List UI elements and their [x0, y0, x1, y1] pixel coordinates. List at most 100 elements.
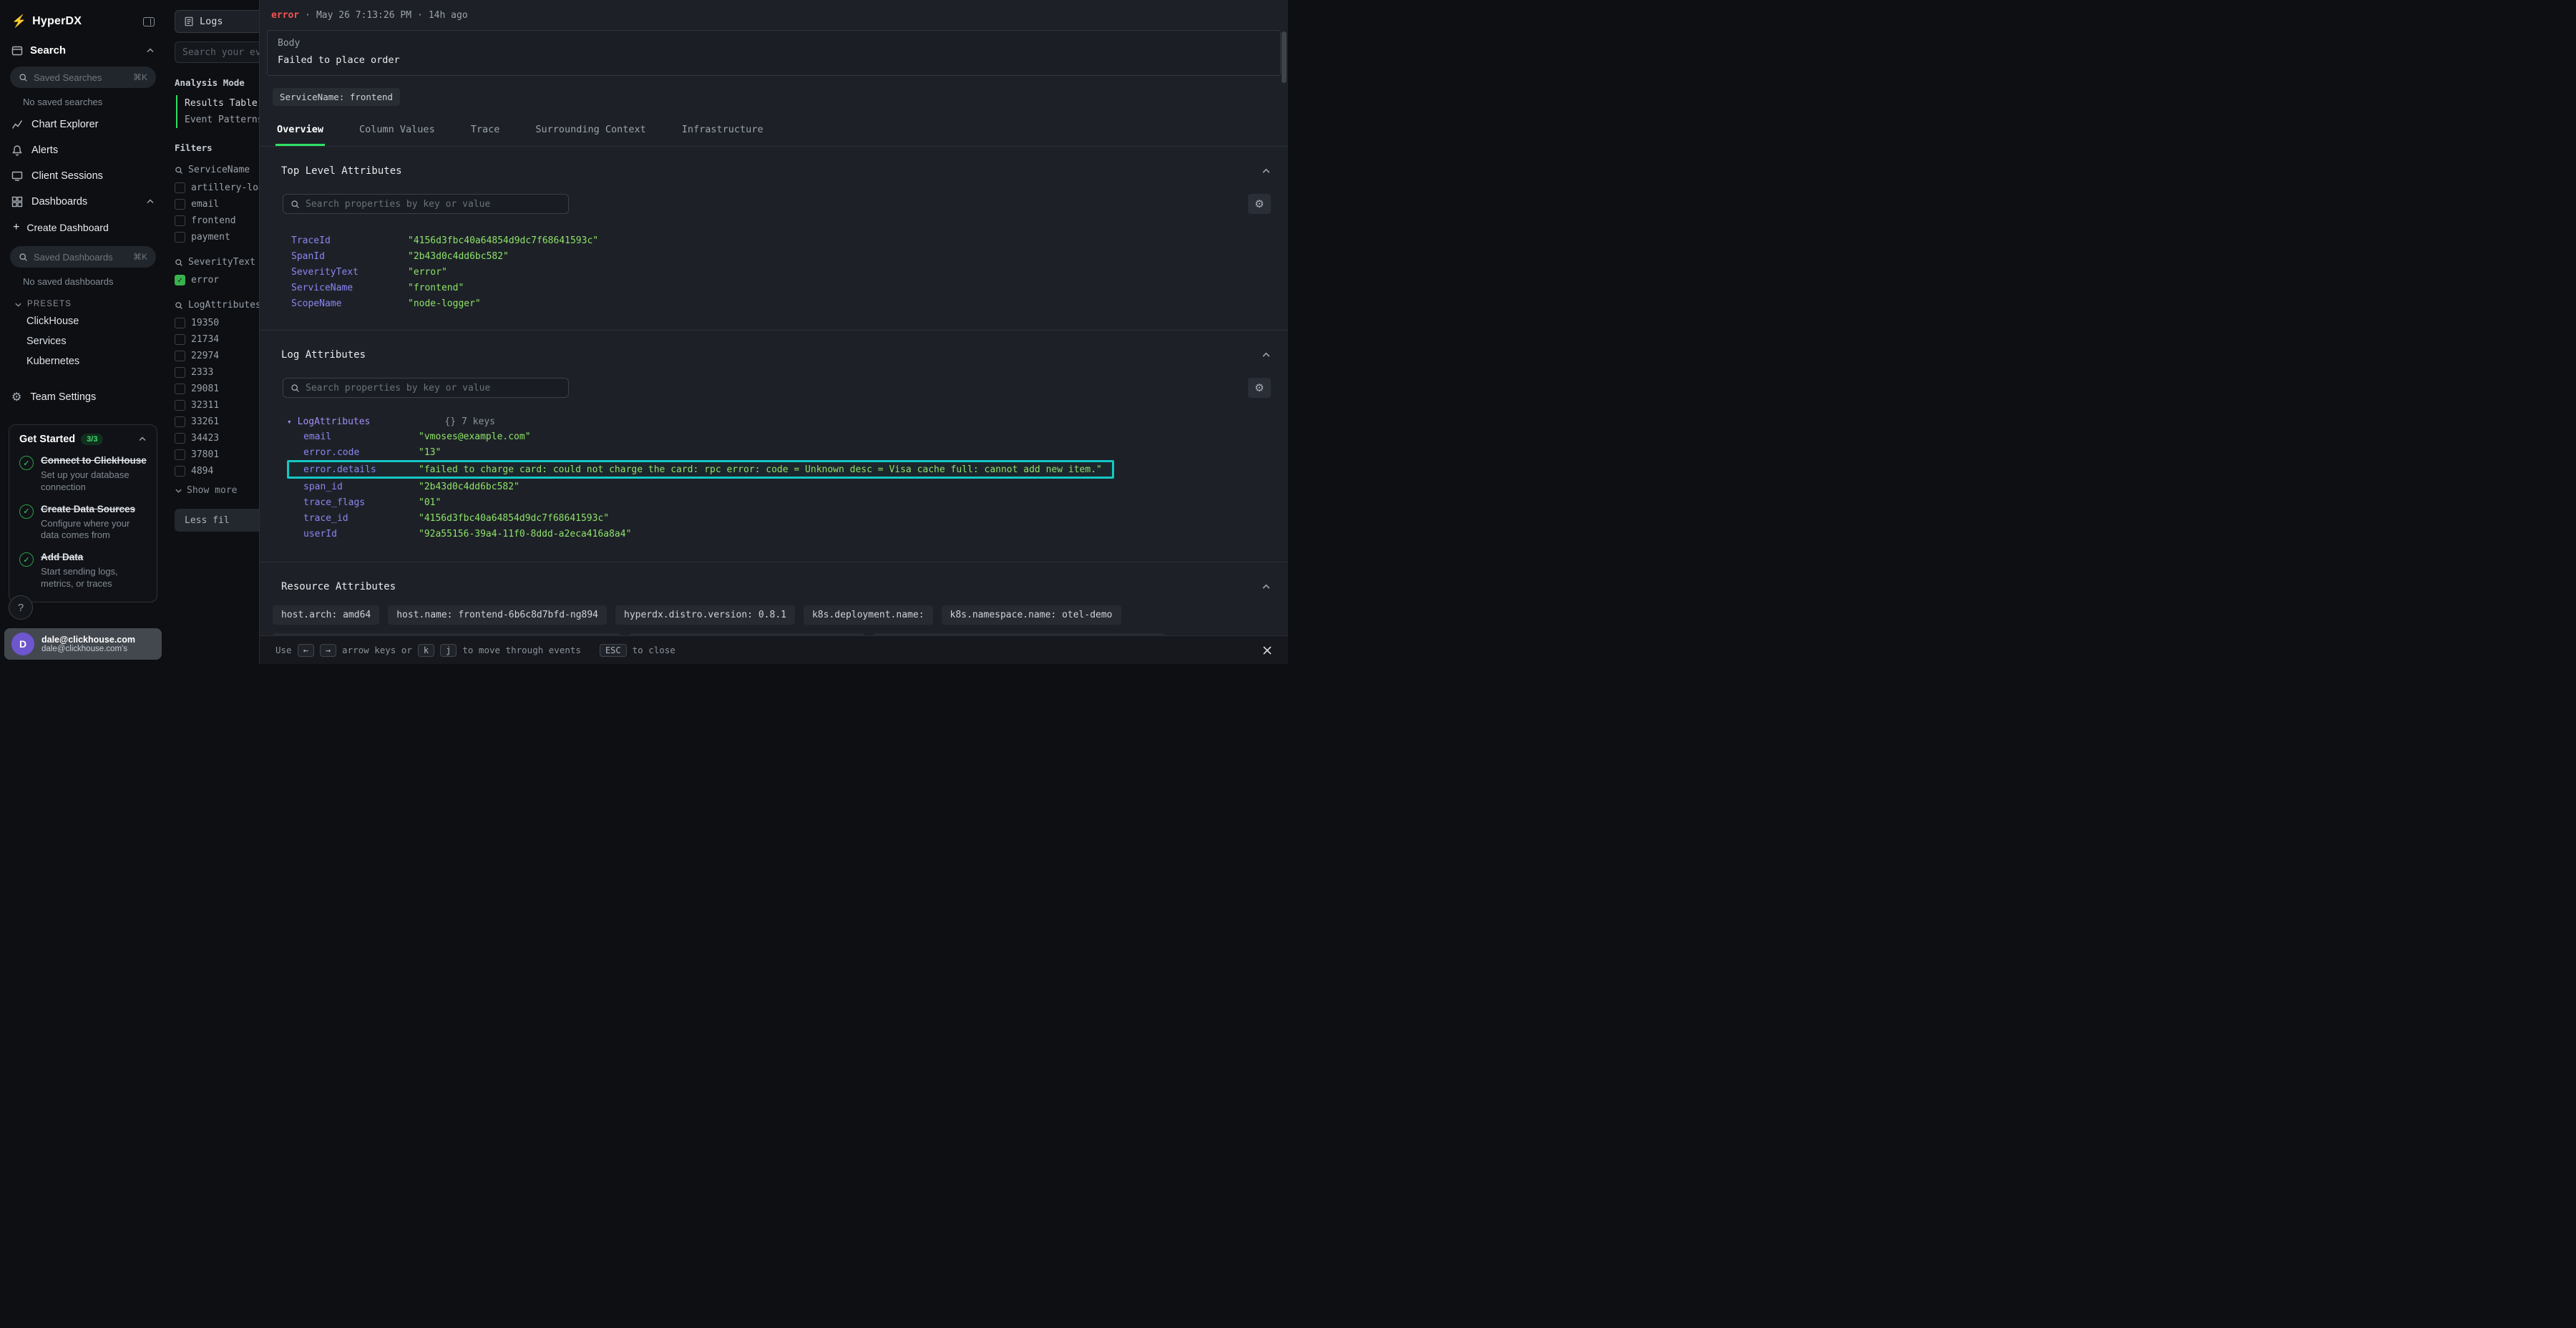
facet-option[interactable]: 37801 — [175, 446, 259, 463]
get-started-header[interactable]: Get Started 3/3 — [19, 434, 147, 445]
attribute-row[interactable]: ServiceName"frontend" — [260, 280, 1288, 296]
resource-chip[interactable]: hyperdx.distro.version: 0.8.1 — [615, 605, 795, 625]
event-search-input[interactable] — [182, 47, 259, 58]
facet-option[interactable]: 34423 — [175, 430, 259, 446]
checkbox[interactable] — [175, 232, 185, 243]
property-search-box[interactable] — [283, 194, 569, 214]
collapse-section-icon[interactable] — [1262, 351, 1271, 360]
attribute-row[interactable]: trace_flags"01" — [260, 494, 1288, 510]
resource-chip[interactable]: k8s.deployment.name: — [804, 605, 933, 625]
checkbox[interactable] — [175, 182, 185, 193]
sidebar-item-dashboards[interactable]: Dashboards — [0, 189, 166, 215]
user-menu[interactable]: D dale@clickhouse.com dale@clickhouse.co… — [4, 628, 162, 660]
saved-dashboards-input[interactable] — [34, 252, 127, 263]
chevron-up-icon[interactable] — [146, 47, 155, 55]
event-search-box[interactable] — [175, 42, 259, 63]
sidebar-item-chart-explorer[interactable]: Chart Explorer — [0, 112, 166, 137]
checkbox[interactable] — [175, 400, 185, 411]
checkbox[interactable] — [175, 367, 185, 378]
attribute-row[interactable]: SpanId"2b43d0c4dd6bc582" — [260, 248, 1288, 264]
collapse-section-icon[interactable] — [1262, 582, 1271, 592]
less-filters-button[interactable]: Less fil — [175, 509, 259, 532]
tab-column-values[interactable]: Column Values — [358, 116, 436, 146]
help-button[interactable]: ? — [9, 595, 33, 620]
section-settings-button[interactable]: ⚙ — [1248, 194, 1271, 214]
saved-searches-search[interactable]: ⌘K — [10, 67, 156, 88]
property-search-input[interactable] — [306, 199, 561, 210]
attribute-row[interactable]: TraceId"4156d3fbc40a64854d9dc7f68641593c… — [260, 233, 1288, 248]
mode-event-patterns[interactable]: Event Patterns — [185, 112, 259, 128]
facet-option[interactable]: 32311 — [175, 397, 259, 414]
close-icon[interactable] — [1262, 645, 1272, 655]
attribute-row[interactable]: SeverityText"error" — [260, 264, 1288, 280]
checkbox[interactable] — [175, 318, 185, 328]
section-settings-button[interactable]: ⚙ — [1248, 378, 1271, 398]
tab-surrounding-context[interactable]: Surrounding Context — [534, 116, 647, 146]
saved-searches-input[interactable] — [34, 72, 127, 83]
checkbox[interactable] — [175, 351, 185, 361]
attribute-row[interactable]: userId"92a55156-39a4-11f0-8ddd-a2eca416a… — [260, 526, 1288, 542]
preset-item-clickhouse[interactable]: ClickHouse — [0, 311, 166, 331]
tab-overview[interactable]: Overview — [275, 116, 325, 146]
facet-option[interactable]: 19350 — [175, 315, 259, 331]
get-started-step[interactable]: ✓ Create Data Sources Configure where yo… — [19, 504, 147, 542]
sidebar-item-alerts[interactable]: Alerts — [0, 137, 166, 163]
facet-option[interactable]: frontend — [175, 213, 259, 229]
facet-option[interactable]: 22974 — [175, 348, 259, 364]
mode-results-table[interactable]: Results Table — [185, 95, 259, 112]
chevron-up-icon[interactable] — [146, 197, 155, 206]
checkbox[interactable] — [175, 334, 185, 345]
attribute-row[interactable]: trace_id"4156d3fbc40a64854d9dc7f68641593… — [260, 510, 1288, 526]
checkbox[interactable] — [175, 215, 185, 226]
expand-caret-icon[interactable]: ▾ — [287, 417, 292, 426]
get-started-step[interactable]: ✓ Connect to ClickHouse Set up your data… — [19, 455, 147, 494]
tab-infrastructure[interactable]: Infrastructure — [680, 116, 765, 146]
scrollbar[interactable] — [1282, 31, 1287, 83]
attribute-row[interactable]: ScopeName"node-logger" — [260, 296, 1288, 311]
preset-item-services[interactable]: Services — [0, 331, 166, 351]
presets-header[interactable]: PRESETS — [0, 291, 166, 311]
attribute-row[interactable]: email"vmoses@example.com" — [260, 429, 1288, 444]
preset-item-kubernetes[interactable]: Kubernetes — [0, 351, 166, 371]
checkbox-checked[interactable]: ✓ — [175, 275, 185, 285]
source-select-button[interactable]: Logs — [175, 10, 259, 33]
facet-option[interactable]: payment — [175, 229, 259, 245]
get-started-step[interactable]: ✓ Add Data Start sending logs, metrics, … — [19, 552, 147, 590]
facet-group-severitytext[interactable]: SeverityText — [175, 257, 259, 268]
checkbox[interactable] — [175, 449, 185, 460]
team-settings-button[interactable]: ⚙ Team Settings — [0, 383, 166, 411]
saved-dashboards-search[interactable]: ⌘K — [10, 246, 156, 268]
checkbox[interactable] — [175, 384, 185, 394]
facet-group-logattributes[interactable]: LogAttributes — [175, 300, 259, 311]
checkbox[interactable] — [175, 466, 185, 477]
sidebar-item-client-sessions[interactable]: Client Sessions — [0, 163, 166, 189]
property-search-input[interactable] — [306, 383, 561, 394]
collapse-sidebar-icon[interactable] — [143, 17, 155, 26]
property-search-box[interactable] — [283, 378, 569, 398]
facet-group-servicename[interactable]: ServiceName — [175, 165, 259, 175]
checkbox[interactable] — [175, 199, 185, 210]
create-dashboard-button[interactable]: + Create Dashboard — [0, 215, 166, 240]
resource-chip[interactable]: k8s.namespace.name: otel-demo — [942, 605, 1121, 625]
chevron-up-icon[interactable] — [138, 435, 147, 444]
attribute-row[interactable]: error.code"13" — [260, 444, 1288, 460]
search-section-header[interactable]: Search — [0, 37, 166, 61]
facet-option[interactable]: 33261 — [175, 414, 259, 430]
collapse-section-icon[interactable] — [1262, 167, 1271, 176]
checkbox[interactable] — [175, 433, 185, 444]
attribute-row-highlighted[interactable]: error.details"failed to charge card: cou… — [287, 460, 1114, 479]
attribute-row[interactable]: span_id"2b43d0c4dd6bc582" — [260, 479, 1288, 494]
tab-trace[interactable]: Trace — [469, 116, 502, 146]
checkbox[interactable] — [175, 416, 185, 427]
facet-option[interactable]: 21734 — [175, 331, 259, 348]
log-attributes-root-row[interactable]: ▾ LogAttributes {} 7 keys — [260, 416, 1288, 427]
facet-option[interactable]: 2333 — [175, 364, 259, 381]
service-name-chip[interactable]: ServiceName: frontend — [273, 88, 400, 106]
facet-option[interactable]: 4894 — [175, 463, 259, 479]
show-more-toggle[interactable]: Show more — [175, 485, 259, 496]
facet-option[interactable]: email — [175, 196, 259, 213]
facet-option[interactable]: ✓error — [175, 272, 259, 288]
resource-chip[interactable]: host.arch: amd64 — [273, 605, 379, 625]
resource-chip[interactable]: host.name: frontend-6b6c8d7bfd-ng894 — [388, 605, 607, 625]
facet-option[interactable]: 29081 — [175, 381, 259, 397]
